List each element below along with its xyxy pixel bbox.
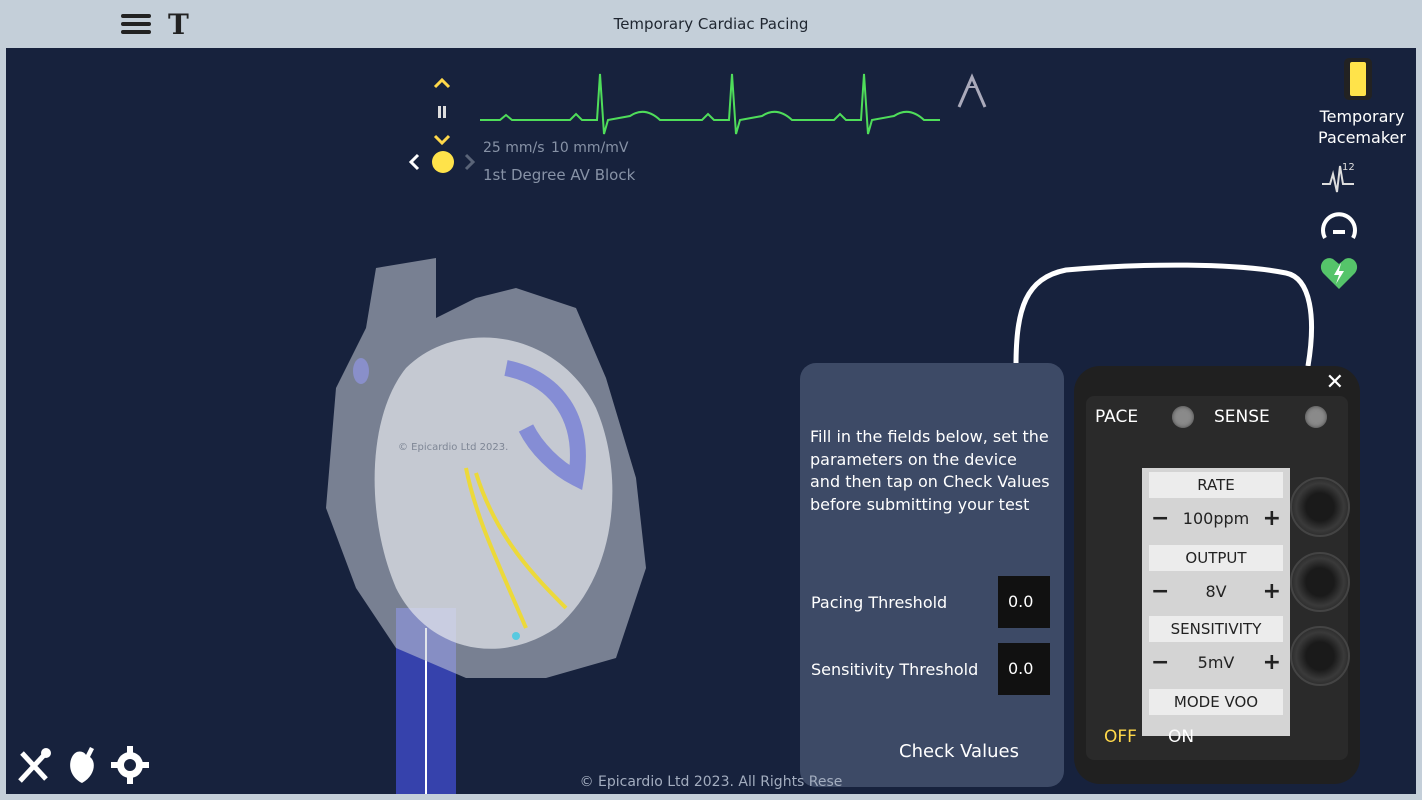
sensitivity-label: SENSITIVITY bbox=[1149, 616, 1283, 642]
output-row: − 8V + bbox=[1149, 579, 1283, 605]
rate-increase-button[interactable]: + bbox=[1263, 506, 1281, 532]
ecg-speed: 25 mm/s bbox=[483, 140, 545, 156]
heart-model[interactable] bbox=[306, 248, 666, 794]
sensitivity-threshold-input[interactable]: 0.0 bbox=[998, 643, 1050, 695]
pacing-threshold-label: Pacing Threshold bbox=[811, 593, 948, 612]
chevron-down-icon[interactable] bbox=[433, 127, 451, 151]
gauge-icon[interactable] bbox=[1319, 208, 1359, 248]
temporary-pacemaker-icon[interactable] bbox=[1342, 56, 1374, 106]
rate-label: RATE bbox=[1149, 472, 1283, 498]
device-screen: RATE − 100ppm + OUTPUT − 8V + SENSITIVIT… bbox=[1142, 468, 1290, 736]
chevron-right-icon[interactable] bbox=[464, 152, 476, 176]
threshold-test-panel: Fill in the fields below, set the parame… bbox=[800, 363, 1064, 787]
sense-led-icon bbox=[1305, 406, 1327, 428]
simulation-stage: 25 mm/s 10 mm/mV 1st Degree AV Block © E… bbox=[6, 48, 1416, 794]
page-title: Temporary Cardiac Pacing bbox=[613, 15, 809, 33]
heart-watermark: © Epicardio Ltd 2023. bbox=[398, 442, 509, 453]
top-bar: T Temporary Cardiac Pacing bbox=[0, 0, 1422, 48]
rhythm-label: 1st Degree AV Block bbox=[483, 166, 636, 184]
rate-row: − 100ppm + bbox=[1149, 506, 1283, 532]
off-button[interactable]: OFF bbox=[1104, 727, 1137, 747]
instructions-text: Fill in the fields below, set the parame… bbox=[810, 427, 1050, 514]
sensitivity-row: − 5mV + bbox=[1149, 650, 1283, 676]
on-button[interactable]: ON bbox=[1168, 727, 1194, 747]
sensitivity-knob-icon[interactable] bbox=[1290, 626, 1350, 686]
caliper-icon[interactable] bbox=[954, 73, 990, 113]
sensitivity-increase-button[interactable]: + bbox=[1263, 650, 1281, 676]
record-indicator-icon[interactable] bbox=[431, 150, 455, 179]
output-increase-button[interactable]: + bbox=[1263, 579, 1281, 605]
pacing-threshold-input[interactable]: 0.0 bbox=[998, 576, 1050, 628]
pacing-cable bbox=[1013, 262, 1315, 367]
sense-label: SENSE bbox=[1214, 407, 1270, 427]
pace-led-icon bbox=[1172, 406, 1194, 428]
chevron-left-icon[interactable] bbox=[408, 152, 420, 176]
chevron-up-icon[interactable] bbox=[433, 70, 451, 94]
check-values-button[interactable]: Check Values bbox=[884, 741, 1034, 762]
twelve-lead-ecg-icon[interactable]: 12 bbox=[1320, 162, 1356, 200]
copyright-footer: © Epicardio Ltd 2023. All Rights Rese bbox=[579, 774, 843, 790]
device-face: PACE SENSE RATE − 100ppm + OUTPUT − 8V +… bbox=[1086, 396, 1350, 760]
pause-icon[interactable] bbox=[437, 100, 447, 124]
mode-button[interactable]: MODE VOO bbox=[1149, 689, 1283, 715]
output-label: OUTPUT bbox=[1149, 545, 1283, 571]
close-icon[interactable]: ✕ bbox=[1326, 370, 1344, 395]
rate-knob-icon[interactable] bbox=[1290, 477, 1350, 537]
pace-label: PACE bbox=[1095, 407, 1139, 427]
pacemaker-device: ✕ PACE SENSE RATE − 100ppm + OUTPUT − 8V… bbox=[1074, 366, 1360, 784]
sensitivity-threshold-label: Sensitivity Threshold bbox=[811, 660, 979, 679]
ecg-trace bbox=[480, 73, 940, 135]
pacemaker-label: Temporary Pacemaker bbox=[1318, 107, 1406, 147]
output-knob-icon[interactable] bbox=[1290, 552, 1350, 612]
ecg-gain: 10 mm/mV bbox=[551, 140, 629, 156]
